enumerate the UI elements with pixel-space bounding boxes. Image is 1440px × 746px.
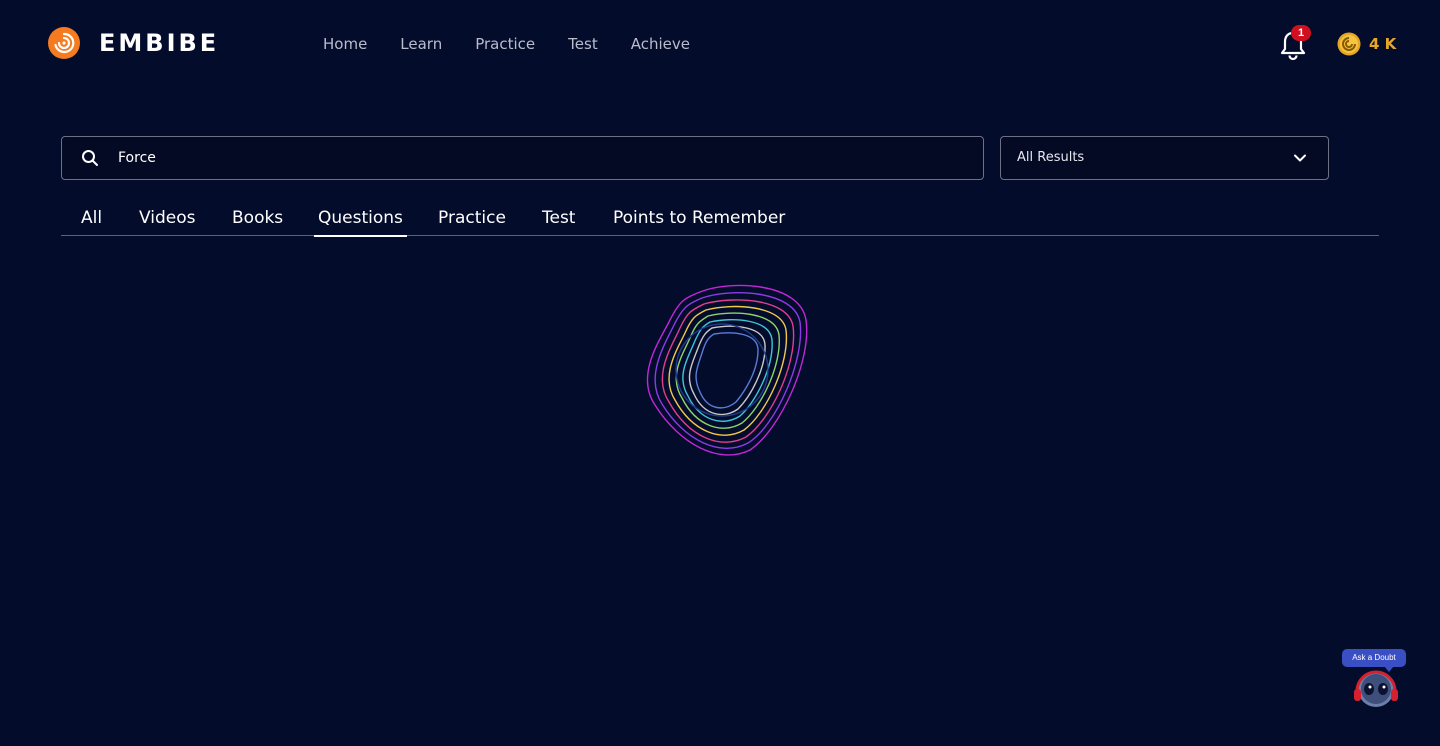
tab-practice[interactable]: Practice [438, 208, 506, 236]
main-nav: Home Learn Practice Test Achieve [323, 35, 723, 53]
nav-home[interactable]: Home [323, 35, 367, 53]
search-input[interactable] [118, 137, 968, 179]
results-filter-dropdown[interactable]: All Results [1000, 136, 1329, 180]
top-header: EMBIBE Home Learn Practice Test Achieve … [0, 0, 1440, 90]
nav-learn[interactable]: Learn [400, 35, 442, 53]
ask-a-doubt-button[interactable]: Ask a Doubt [1342, 649, 1406, 709]
logo-text: EMBIBE [99, 29, 220, 57]
ask-a-doubt-label: Ask a Doubt [1342, 649, 1406, 672]
nav-practice[interactable]: Practice [475, 35, 535, 53]
tab-points-to-remember[interactable]: Points to Remember [613, 208, 785, 236]
robot-assistant-icon [1354, 670, 1398, 707]
coins-count: 4 K [1369, 35, 1397, 53]
nav-achieve[interactable]: Achieve [631, 35, 690, 53]
result-tabs: All Videos Books Questions Practice Test… [61, 208, 1379, 237]
loading-spinner [646, 284, 808, 456]
tab-videos[interactable]: Videos [139, 208, 196, 236]
tab-questions[interactable]: Questions [314, 208, 407, 237]
embibe-logo-icon [48, 27, 80, 59]
coins-balance[interactable]: 4 K [1337, 32, 1396, 56]
nav-test[interactable]: Test [568, 35, 598, 53]
filter-selected-value: All Results [1017, 150, 1085, 165]
tab-books[interactable]: Books [232, 208, 283, 236]
chevron-down-icon [1294, 154, 1306, 162]
embibe-logo[interactable]: EMBIBE [48, 27, 219, 59]
search-icon [82, 150, 98, 166]
notification-badge: 1 [1291, 25, 1311, 41]
tab-test[interactable]: Test [542, 208, 575, 236]
search-box [61, 136, 984, 180]
coin-icon [1337, 32, 1361, 56]
tab-all[interactable]: All [81, 208, 102, 236]
